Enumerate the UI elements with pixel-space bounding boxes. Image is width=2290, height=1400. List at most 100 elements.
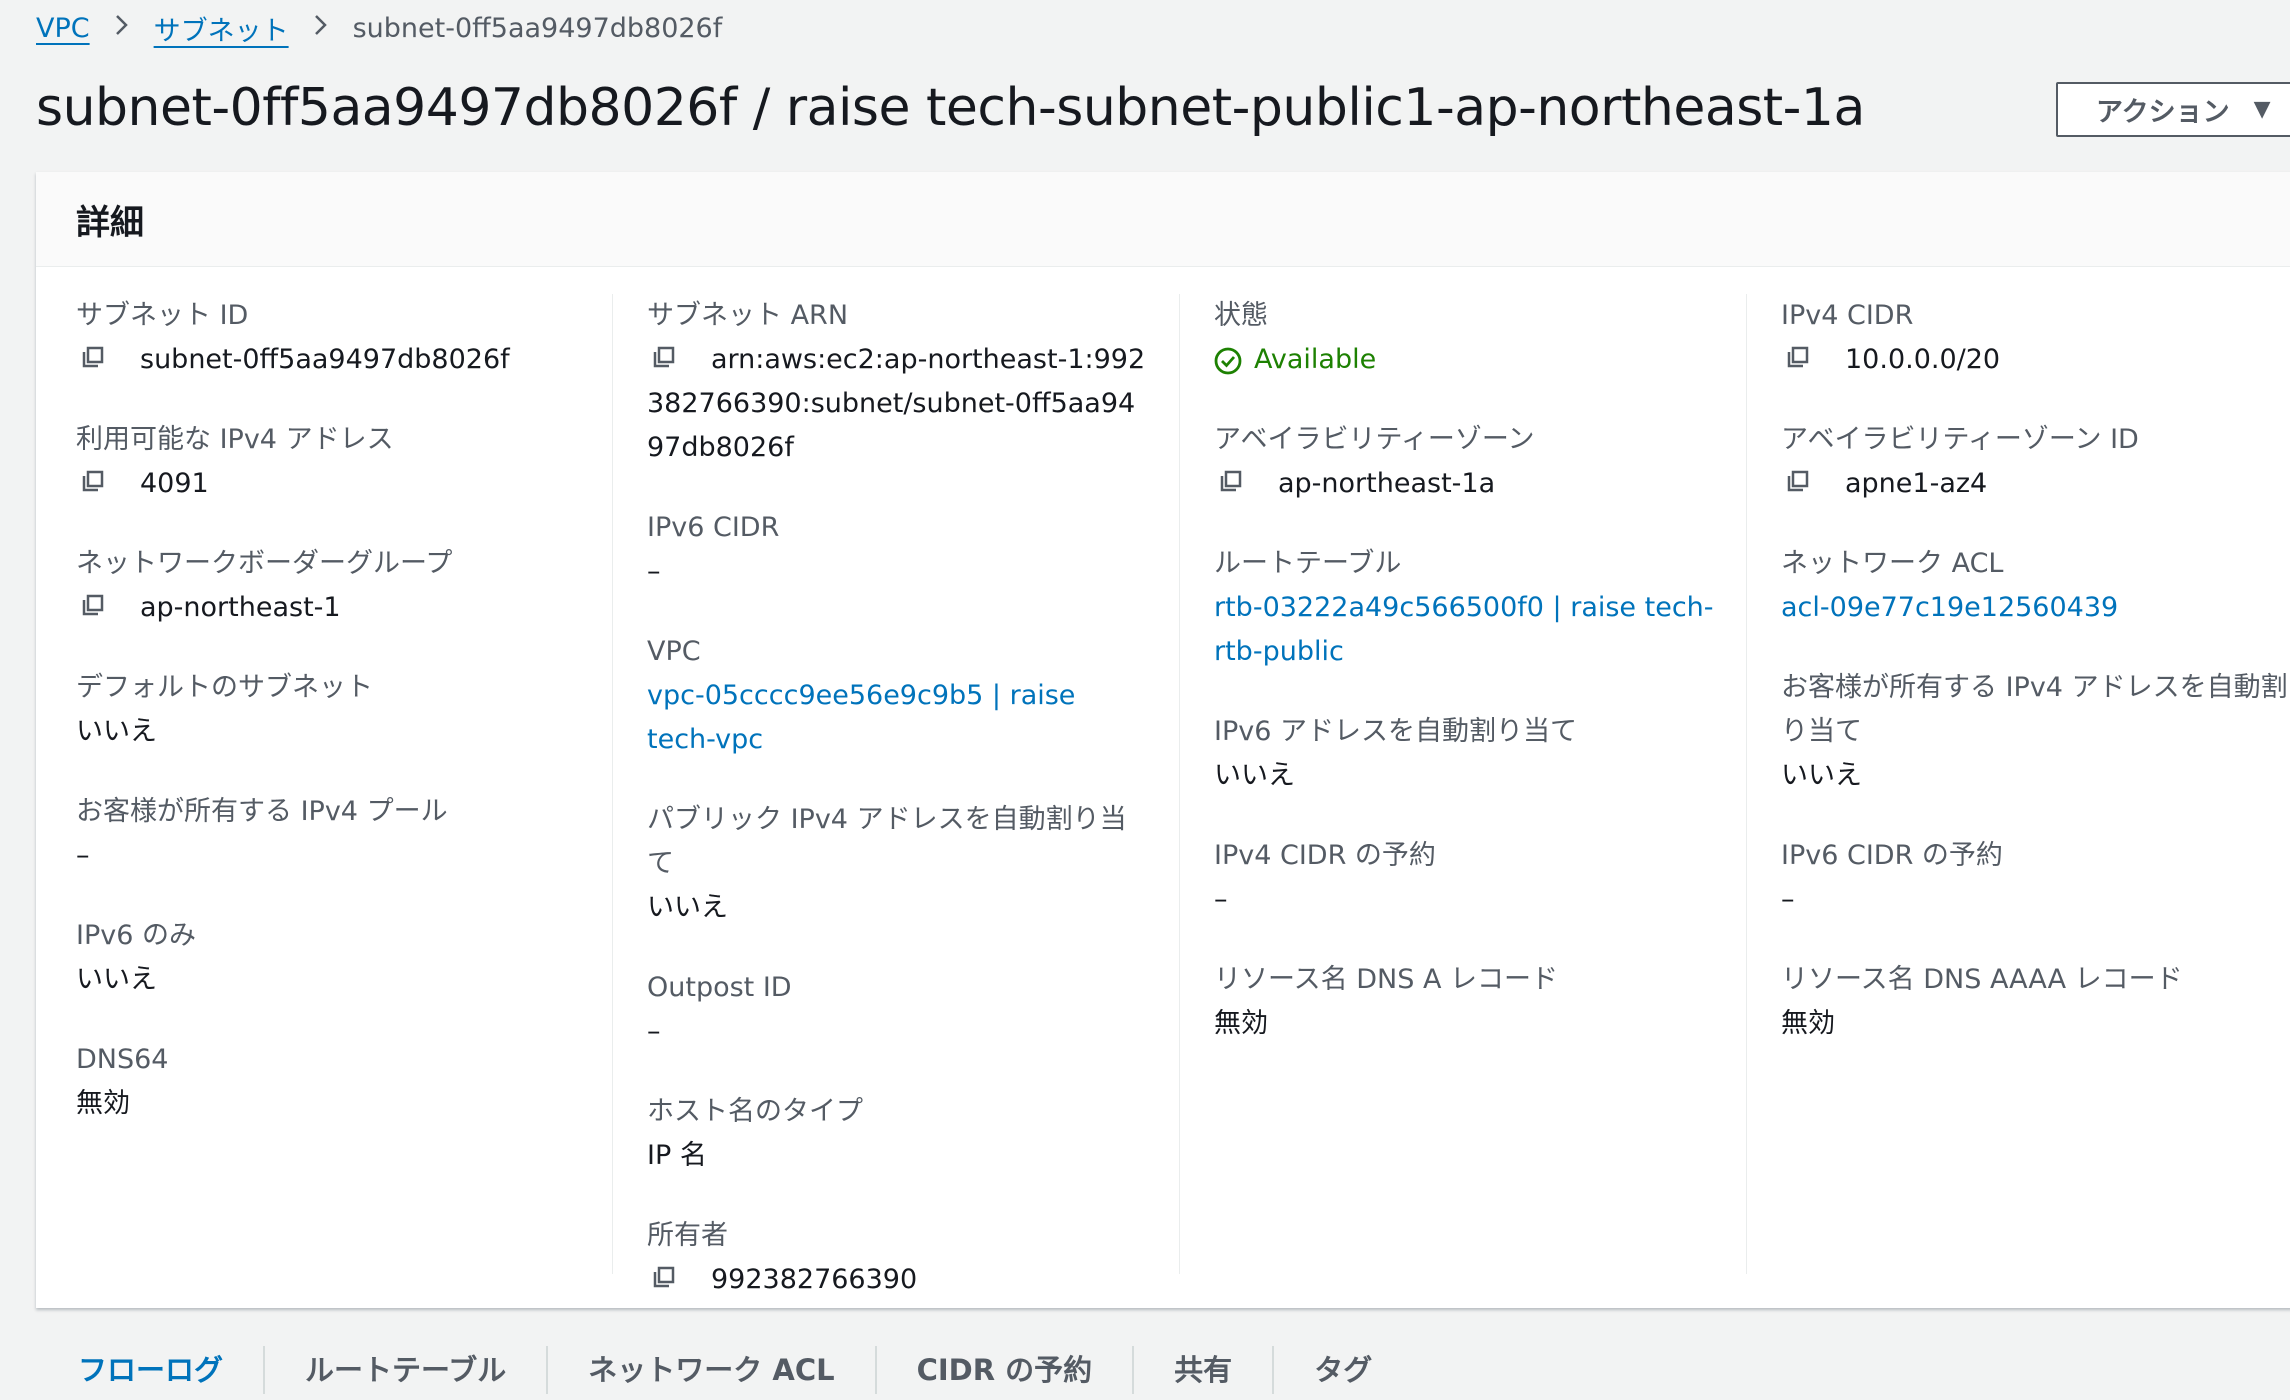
copy-icon[interactable] bbox=[1781, 462, 1845, 506]
tab-tags[interactable]: タグ bbox=[1272, 1346, 1412, 1394]
page-title: subnet-0ff5aa9497db8026f / raise tech-su… bbox=[36, 78, 1865, 138]
field-label: 状態 bbox=[1214, 300, 1268, 331]
field-label: 所有者 bbox=[647, 1220, 728, 1251]
field-label: お客様が所有する IPv4 アドレスを自動割り当て bbox=[1781, 672, 2288, 747]
field-value: arn:aws:ec2:ap-northeast-1:992382766390:… bbox=[647, 338, 1149, 470]
ipv6-reservation-value: – bbox=[1781, 884, 1795, 915]
field-label: 利用可能な IPv4 アドレス bbox=[76, 424, 394, 455]
field-label: IPv4 CIDR bbox=[1781, 300, 1914, 331]
field-label: IPv6 CIDR の予約 bbox=[1781, 840, 2003, 871]
field-label: IPv6 のみ bbox=[76, 920, 196, 951]
copy-icon[interactable] bbox=[1781, 338, 1845, 382]
ipv6-cidr-value: – bbox=[647, 556, 661, 587]
field-label: VPC bbox=[647, 636, 701, 667]
chevron-right-icon bbox=[90, 13, 154, 44]
details-panel-header: 詳細 bbox=[36, 172, 2290, 267]
field-label: デフォルトのサブネット bbox=[76, 672, 373, 703]
detail-tabs: フローログ ルートテーブル ネットワーク ACL CIDR の予約 共有 タグ bbox=[36, 1340, 1412, 1400]
network-acl-link[interactable]: acl-09e77c19e12560439 bbox=[1781, 586, 2290, 630]
actions-button[interactable]: アクション ▼ bbox=[2056, 82, 2290, 137]
auto-public-ipv4-value: いいえ bbox=[647, 892, 728, 923]
field-customer-owned-ipv4-pool: お客様が所有する IPv4 プール – bbox=[76, 790, 582, 878]
field-label: リソース名 DNS AAAA レコード bbox=[1781, 964, 2183, 995]
field-label: IPv6 CIDR bbox=[647, 512, 780, 543]
copy-icon[interactable] bbox=[647, 338, 711, 382]
field-value: 10.0.0.0/20 bbox=[1781, 338, 2290, 382]
dns-aaaa-value: 無効 bbox=[1781, 1008, 1835, 1039]
field-outpost-id: Outpost ID – bbox=[647, 966, 1149, 1054]
field-owner: 所有者 992382766390 bbox=[647, 1214, 1149, 1302]
breadcrumb-current: subnet-0ff5aa9497db8026f bbox=[352, 12, 723, 44]
field-ipv6-only: IPv6 のみ いいえ bbox=[76, 914, 582, 1002]
chevron-right-icon bbox=[289, 13, 353, 44]
details-column-1: サブネット ID subnet-0ff5aa9497db8026f 利用可能な … bbox=[36, 294, 612, 1274]
field-label: ルートテーブル bbox=[1214, 548, 1402, 579]
copy-icon[interactable] bbox=[76, 338, 140, 382]
field-value: 4091 bbox=[76, 462, 582, 506]
field-ipv4-cidr: IPv4 CIDR 10.0.0.0/20 bbox=[1781, 294, 2290, 382]
field-label: サブネット ID bbox=[76, 300, 249, 331]
details-columns: サブネット ID subnet-0ff5aa9497db8026f 利用可能な … bbox=[36, 294, 2290, 1295]
default-subnet-value: いいえ bbox=[76, 716, 157, 747]
field-label: ネットワーク ACL bbox=[1781, 548, 2004, 579]
field-available-ipv4: 利用可能な IPv4 アドレス 4091 bbox=[76, 418, 582, 506]
dns64-value: 無効 bbox=[76, 1088, 130, 1119]
copy-icon[interactable] bbox=[1214, 462, 1278, 506]
field-value: 992382766390 bbox=[647, 1258, 1149, 1302]
tab-flow-logs[interactable]: フローログ bbox=[36, 1346, 263, 1394]
field-subnet-arn: サブネット ARN arn:aws:ec2:ap-northeast-1:992… bbox=[647, 294, 1149, 470]
field-availability-zone: アベイラビリティーゾーン ap-northeast-1a bbox=[1214, 418, 1716, 506]
field-label: IPv4 CIDR の予約 bbox=[1214, 840, 1436, 871]
tab-route-table[interactable]: ルートテーブル bbox=[263, 1346, 546, 1394]
field-vpc: VPC vpc-05cccc9ee56e9c9b5 | raise tech-v… bbox=[647, 630, 1149, 762]
ipv4-reservation-value: – bbox=[1214, 884, 1228, 915]
field-label: DNS64 bbox=[76, 1044, 169, 1075]
network-border-group-value: ap-northeast-1 bbox=[140, 592, 341, 623]
field-dns64: DNS64 無効 bbox=[76, 1038, 582, 1126]
field-label: お客様が所有する IPv4 プール bbox=[76, 796, 448, 827]
field-subnet-id: サブネット ID subnet-0ff5aa9497db8026f bbox=[76, 294, 582, 382]
field-route-table: ルートテーブル rtb-03222a49c566500f0 | raise te… bbox=[1214, 542, 1716, 674]
availability-zone-id-value: apne1-az4 bbox=[1845, 468, 1988, 499]
field-label: アベイラビリティーゾーン ID bbox=[1781, 424, 2139, 455]
field-state: 状態 Available bbox=[1214, 294, 1716, 382]
field-label: Outpost ID bbox=[647, 972, 792, 1003]
tab-sharing[interactable]: 共有 bbox=[1132, 1346, 1272, 1394]
details-panel: 詳細 サブネット ID subnet-0ff5aa9497db8026f 利用可… bbox=[36, 172, 2290, 1308]
field-network-acl: ネットワーク ACL acl-09e77c19e12560439 bbox=[1781, 542, 2290, 630]
subnet-arn-value: arn:aws:ec2:ap-northeast-1:992382766390:… bbox=[647, 344, 1146, 463]
field-label: ネットワークボーダーグループ bbox=[76, 548, 453, 579]
field-value: ap-northeast-1a bbox=[1214, 462, 1716, 506]
tab-cidr-reservations[interactable]: CIDR の予約 bbox=[874, 1346, 1133, 1394]
details-heading: 詳細 bbox=[76, 202, 144, 243]
route-table-link[interactable]: rtb-03222a49c566500f0 | raise tech-rtb-p… bbox=[1214, 586, 1716, 674]
caret-down-icon: ▼ bbox=[2253, 97, 2271, 122]
field-label: IPv6 アドレスを自動割り当て bbox=[1214, 716, 1577, 747]
availability-zone-value: ap-northeast-1a bbox=[1278, 468, 1496, 499]
copy-icon[interactable] bbox=[76, 462, 140, 506]
breadcrumb-subnets-link[interactable]: サブネット bbox=[154, 9, 289, 48]
copy-icon[interactable] bbox=[76, 586, 140, 630]
field-auto-assign-customer-ipv4: お客様が所有する IPv4 アドレスを自動割り当て いいえ bbox=[1781, 666, 2290, 798]
auto-ipv6-value: いいえ bbox=[1214, 760, 1295, 791]
breadcrumb: VPC サブネット subnet-0ff5aa9497db8026f bbox=[36, 8, 722, 48]
state-status: Available bbox=[1214, 338, 1716, 382]
tab-network-acl[interactable]: ネットワーク ACL bbox=[546, 1346, 874, 1394]
breadcrumb-vpc-link[interactable]: VPC bbox=[36, 13, 90, 44]
hostname-type-value: IP 名 bbox=[647, 1140, 707, 1171]
outpost-value: – bbox=[647, 1016, 661, 1047]
field-hostname-type: ホスト名のタイプ IP 名 bbox=[647, 1090, 1149, 1178]
customer-ipv4-value: いいえ bbox=[1781, 760, 1862, 791]
owner-value: 992382766390 bbox=[711, 1264, 918, 1295]
actions-button-label: アクション bbox=[2096, 97, 2230, 128]
field-default-subnet: デフォルトのサブネット いいえ bbox=[76, 666, 582, 754]
customer-pool-value: – bbox=[76, 840, 90, 871]
check-circle-icon bbox=[1214, 338, 1254, 382]
field-label: リソース名 DNS A レコード bbox=[1214, 964, 1558, 995]
copy-icon[interactable] bbox=[647, 1258, 711, 1302]
field-auto-assign-public-ipv4: パブリック IPv4 アドレスを自動割り当て いいえ bbox=[647, 798, 1149, 930]
field-network-border-group: ネットワークボーダーグループ ap-northeast-1 bbox=[76, 542, 582, 630]
field-dns-a-record: リソース名 DNS A レコード 無効 bbox=[1214, 958, 1716, 1046]
vpc-link[interactable]: vpc-05cccc9ee56e9c9b5 | raise tech-vpc bbox=[647, 674, 1149, 762]
dns-a-value: 無効 bbox=[1214, 1008, 1268, 1039]
